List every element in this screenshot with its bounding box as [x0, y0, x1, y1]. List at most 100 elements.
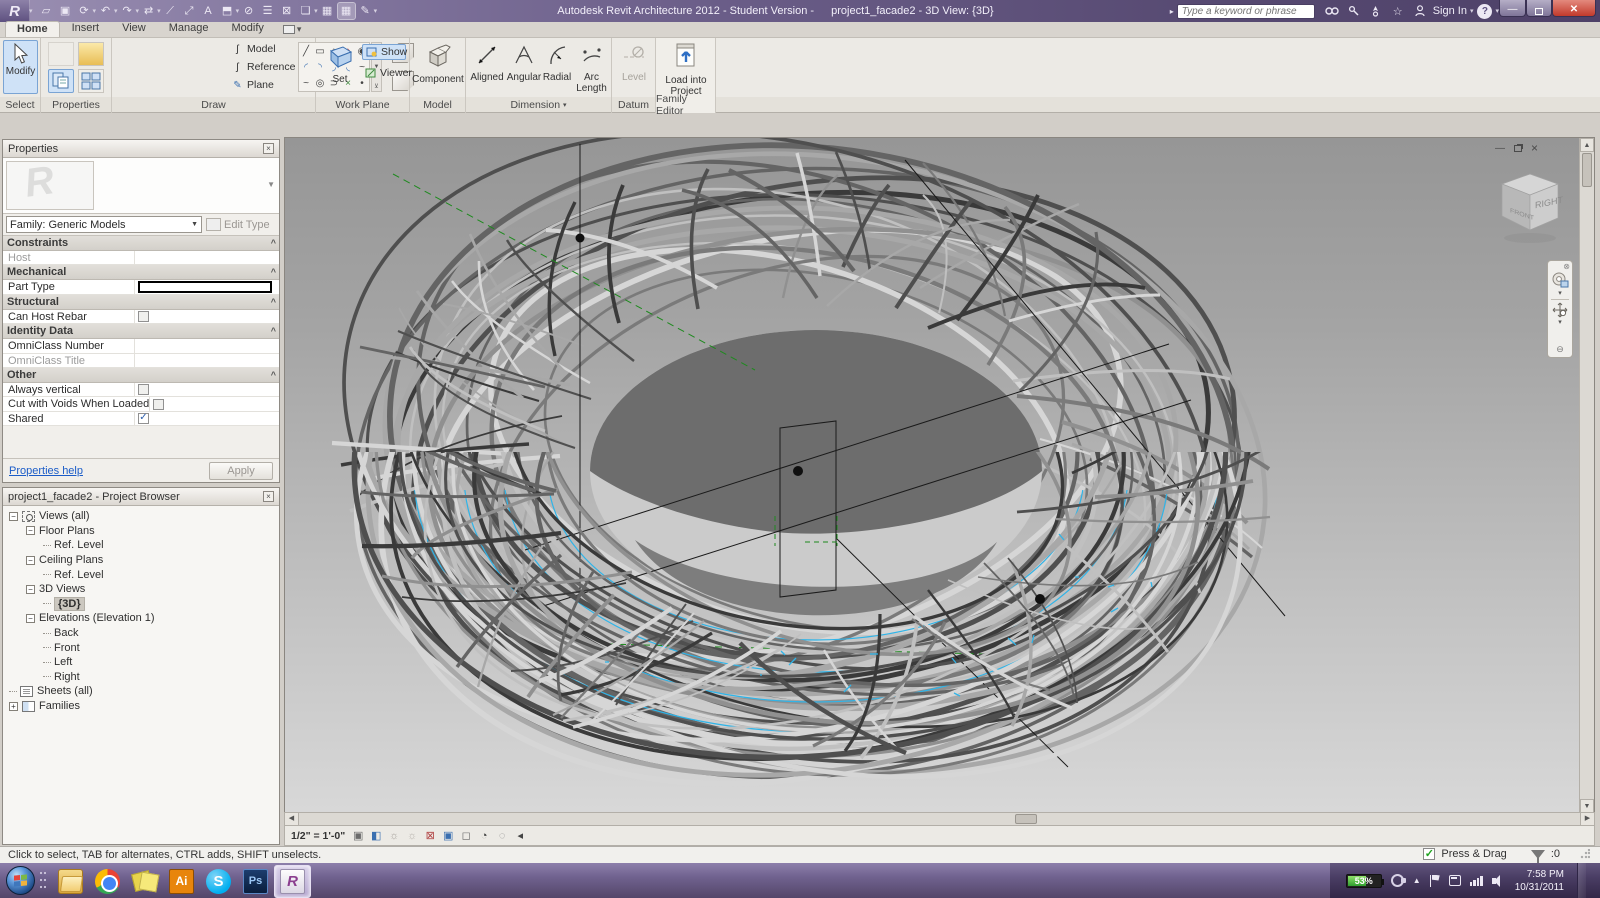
tree-expander-icon[interactable]: −: [26, 556, 35, 565]
collapse-chevron-icon[interactable]: ^: [271, 238, 275, 248]
show-crop-region-icon[interactable]: ▣: [441, 829, 455, 843]
properties-close-icon[interactable]: ×: [263, 143, 274, 154]
type-selector[interactable]: Family: Generic Models ▼: [6, 216, 202, 233]
vertical-scrollbar[interactable]: ▲ ▼: [1579, 138, 1594, 813]
family-connectors-icon[interactable]: [78, 69, 104, 93]
close-button[interactable]: ✕: [1552, 0, 1596, 17]
tree-item-left[interactable]: Left: [5, 655, 279, 670]
view-cube[interactable]: FRONT RIGHT: [1490, 168, 1574, 252]
sun-path-icon[interactable]: ☼: [387, 829, 401, 843]
arc-length-dimension-button[interactable]: Arc Length: [573, 41, 610, 95]
taskbar-app-illustrator[interactable]: Ai: [163, 865, 200, 898]
volume-icon[interactable]: [1492, 875, 1506, 887]
tab-manage[interactable]: Manage: [158, 21, 220, 37]
temporary-hide-isolate-icon[interactable]: ◔: [477, 829, 491, 843]
switch-windows-icon[interactable]: ❏: [297, 3, 314, 19]
sign-in-button[interactable]: Sign In: [1433, 5, 1467, 17]
taskbar-app-sticky-notes[interactable]: [126, 865, 163, 898]
measure-icon[interactable]: ⟋: [162, 3, 179, 19]
redo-icon[interactable]: ↷: [119, 3, 136, 19]
radial-dimension-button[interactable]: Radial: [541, 41, 573, 95]
zoom-dropdown-icon[interactable]: ▾: [1558, 318, 1562, 326]
tree-item-front[interactable]: Front: [5, 640, 279, 655]
set-work-plane-button[interactable]: Set: [322, 41, 358, 95]
dimension-panel-label[interactable]: Dimension ▾: [466, 97, 612, 113]
3d-model-view[interactable]: [285, 138, 1579, 813]
shared-checkbox[interactable]: ✓: [138, 413, 149, 424]
modify-button[interactable]: Modify: [3, 40, 38, 94]
tree-expander-icon[interactable]: +: [9, 702, 18, 711]
reveal-hidden-elements-icon[interactable]: ◌: [495, 829, 509, 843]
line-tool-icon[interactable]: ╱: [299, 43, 313, 59]
switch-windows-dropdown-icon[interactable]: ▾: [314, 7, 318, 15]
scroll-right-arrow[interactable]: ▶: [1580, 813, 1594, 825]
view-restore-icon[interactable]: [1514, 145, 1522, 152]
crop-lock-icon[interactable]: ◻: [459, 829, 473, 843]
show-hidden-icons-arrow[interactable]: ▲: [1413, 876, 1421, 885]
tab-view[interactable]: View: [111, 21, 157, 37]
scale-button[interactable]: 1/2" = 1'-0": [291, 830, 345, 842]
section-other[interactable]: Other^: [3, 368, 279, 383]
tree-item--3d-[interactable]: {3D}: [5, 597, 279, 612]
sync-dropdown-icon[interactable]: ▾: [93, 7, 97, 15]
property-value[interactable]: [135, 339, 279, 352]
viewer-button[interactable]: Viewer: [362, 65, 410, 81]
favorites-star-icon[interactable]: ☆: [1389, 3, 1407, 19]
steering-wheel-icon[interactable]: [1551, 271, 1569, 289]
can-host-rebar-checkbox[interactable]: [138, 311, 149, 322]
angular-dimension-button[interactable]: Angular: [507, 41, 541, 95]
horizontal-scroll-thumb[interactable]: [1015, 814, 1037, 824]
section-mechanical[interactable]: Mechanical^: [3, 265, 279, 280]
part-type-input[interactable]: [138, 281, 272, 293]
text-icon[interactable]: A: [200, 3, 217, 19]
dimension-icon[interactable]: ⤢: [181, 3, 198, 19]
battery-indicator[interactable]: 53%: [1346, 874, 1382, 888]
restore-button[interactable]: [1526, 0, 1552, 17]
tree-item-ref-level[interactable]: Ref. Level: [5, 567, 279, 582]
modify-pencil-icon[interactable]: ✎: [357, 3, 374, 19]
tree-expander-icon[interactable]: −: [9, 512, 18, 521]
taskbar-app-chrome[interactable]: [89, 865, 126, 898]
sync-icon[interactable]: ⟳: [76, 3, 93, 19]
tree-item-right[interactable]: Right: [5, 670, 279, 685]
fillet-arc-tool-icon[interactable]: ◜: [299, 59, 313, 75]
vertical-scroll-thumb[interactable]: [1582, 153, 1592, 187]
spline-points-tool-icon[interactable]: ~: [299, 75, 313, 91]
tree-item-floor-plans[interactable]: −Floor Plans: [5, 524, 279, 539]
scroll-up-arrow[interactable]: ▲: [1580, 138, 1594, 152]
search-icon[interactable]: [1323, 3, 1341, 19]
horizontal-scrollbar[interactable]: ◀ ▶: [284, 812, 1595, 826]
taskbar-app-windows-explorer[interactable]: [52, 865, 89, 898]
properties-palette-title[interactable]: Properties ×: [3, 140, 279, 158]
taskbar-app-revit[interactable]: R: [274, 865, 311, 898]
project-browser-title[interactable]: project1_facade2 - Project Browser ×: [3, 488, 279, 506]
collapse-chevron-icon[interactable]: ^: [271, 267, 275, 277]
tree-item-ref-level[interactable]: Ref. Level: [5, 538, 279, 553]
tree-expander-icon[interactable]: −: [26, 614, 35, 623]
crop-view-icon[interactable]: ⊠: [423, 829, 437, 843]
tab-home[interactable]: Home: [5, 21, 60, 37]
undo-dropdown-icon[interactable]: ▾: [114, 7, 118, 15]
default-3d-view-icon[interactable]: ⬒: [219, 3, 236, 19]
navbar-collapse-icon[interactable]: ⊖: [1556, 344, 1564, 355]
redo-dropdown-icon[interactable]: ▾: [136, 7, 140, 15]
tree-expander-icon[interactable]: −: [26, 585, 35, 594]
wheel-dropdown-icon[interactable]: ▾: [1558, 289, 1562, 297]
always-vertical-checkbox[interactable]: [138, 384, 149, 395]
properties-help-link[interactable]: Properties help: [9, 465, 83, 477]
save-icon[interactable]: ▣: [57, 3, 74, 19]
collapse-chevron-icon[interactable]: ^: [271, 297, 275, 307]
section-identity-data[interactable]: Identity Data^: [3, 324, 279, 339]
draw-plane-button[interactable]: ✎Plane: [228, 77, 277, 93]
revit-app-menu-button[interactable]: R: [0, 0, 30, 22]
search-input[interactable]: [1177, 4, 1315, 19]
show-work-plane-button[interactable]: Show: [362, 44, 406, 60]
network-signal-icon[interactable]: [1470, 876, 1483, 886]
properties-toggle-icon[interactable]: [48, 69, 74, 93]
pan-zoom-icon[interactable]: [1552, 302, 1568, 318]
communication-center-icon[interactable]: [1367, 3, 1385, 19]
family-types-icon[interactable]: [78, 42, 104, 66]
minimize-button[interactable]: —: [1499, 0, 1526, 17]
action-center-flag-icon[interactable]: [1430, 875, 1440, 887]
preview-dropdown-icon[interactable]: ▼: [267, 180, 275, 189]
